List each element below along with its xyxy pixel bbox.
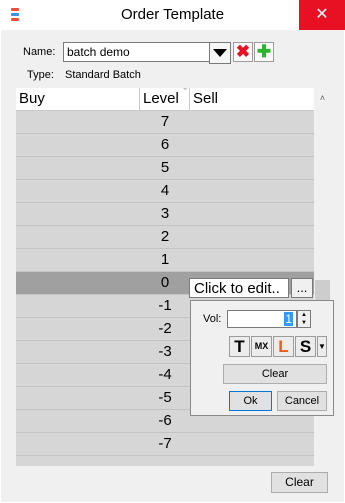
cancel-button[interactable]: Cancel [277, 391, 327, 411]
buy-cell[interactable] [16, 272, 140, 294]
ok-button[interactable]: Ok [229, 391, 272, 411]
level-cell: -4 [158, 366, 172, 383]
vol-spinner[interactable]: ▲ ▼ [297, 310, 311, 328]
order-edit-popup: Vol: 1 ▲ ▼ T MX L S ▼ Clear Ok Cancel [190, 300, 334, 416]
vol-input[interactable]: 1 [227, 310, 297, 328]
column-header-level-label: Level [143, 90, 179, 107]
buy-cell[interactable] [16, 157, 140, 179]
sell-cell[interactable] [190, 111, 314, 133]
level-cell: -3 [158, 343, 172, 360]
table-row[interactable]: 2 [16, 226, 314, 249]
level-cell: -2 [158, 320, 172, 337]
buy-cell[interactable] [16, 387, 140, 409]
spin-down-icon[interactable]: ▼ [298, 319, 310, 327]
sell-cell[interactable] [190, 203, 314, 225]
sell-cell[interactable] [190, 226, 314, 248]
buy-cell[interactable] [16, 410, 140, 432]
level-cell: -5 [158, 389, 172, 406]
buy-cell[interactable] [16, 180, 140, 202]
grid-header: Buy Level ˇ Sell [16, 88, 314, 111]
level-cell: 0 [160, 274, 170, 291]
type-value: Standard Batch [65, 69, 141, 81]
column-header-buy[interactable]: Buy [16, 88, 140, 110]
delete-template-button[interactable]: ✖ [233, 42, 253, 62]
sell-cell[interactable] [190, 433, 314, 455]
buy-cell[interactable] [16, 134, 140, 156]
order-type-dropdown-icon[interactable]: ▼ [317, 336, 327, 357]
vol-value: 1 [284, 312, 293, 326]
order-type-mx-icon[interactable]: MX [251, 336, 272, 357]
column-header-sell[interactable]: Sell [190, 88, 314, 110]
popup-clear-button[interactable]: Clear [223, 364, 327, 384]
table-row[interactable]: 5 [16, 157, 314, 180]
sort-icon: ˇ [183, 88, 187, 99]
buy-cell[interactable] [16, 364, 140, 386]
title-bar: Order Template ✕ [0, 0, 345, 30]
table-row[interactable]: 1 [16, 249, 314, 272]
scroll-up-icon[interactable]: ˄ [314, 90, 331, 107]
buy-cell[interactable] [16, 203, 140, 225]
add-template-button[interactable]: ✚ [254, 42, 274, 62]
type-label: Type: [27, 69, 54, 81]
buy-cell[interactable] [16, 226, 140, 248]
name-label: Name: [23, 46, 56, 58]
level-cell: 1 [160, 251, 170, 268]
sell-cell[interactable] [190, 157, 314, 179]
buy-cell[interactable] [16, 318, 140, 340]
name-dropdown-button[interactable] [209, 42, 231, 64]
sell-cell[interactable] [190, 249, 314, 271]
level-cell: 2 [160, 228, 170, 245]
buy-cell[interactable] [16, 295, 140, 317]
buy-cell[interactable] [16, 433, 140, 455]
buy-cell[interactable] [16, 249, 140, 271]
buy-cell[interactable] [16, 341, 140, 363]
table-row[interactable]: 4 [16, 180, 314, 203]
spin-up-icon[interactable]: ▲ [298, 311, 310, 319]
table-row[interactable]: 7 [16, 111, 314, 134]
order-type-l-icon[interactable]: L [273, 336, 294, 357]
level-cell: 7 [160, 113, 170, 130]
level-cell: 5 [160, 159, 170, 176]
column-header-level[interactable]: Level ˇ [140, 88, 190, 110]
table-row[interactable]: -7 [16, 433, 314, 456]
table-row[interactable]: 6 [16, 134, 314, 157]
sell-edit-box[interactable]: Click to edit.. [189, 278, 289, 298]
name-input[interactable]: batch demo [63, 42, 210, 62]
order-type-t-icon[interactable]: T [229, 336, 250, 357]
level-cell: 6 [160, 136, 170, 153]
level-cell: 3 [160, 205, 170, 222]
sell-edit-ellipsis-button[interactable]: ... [291, 278, 313, 298]
clear-button[interactable]: Clear [271, 472, 328, 493]
sell-cell[interactable] [190, 180, 314, 202]
level-cell: 4 [160, 182, 170, 199]
order-template-panel: Name: batch demo ✖ ✚ Type: Standard Batc… [1, 30, 344, 502]
vol-label: Vol: [203, 313, 222, 325]
table-row[interactable]: 3 [16, 203, 314, 226]
vertical-scrollbar[interactable]: ˄ ˅ [314, 88, 331, 496]
window-title: Order Template [120, 6, 225, 23]
level-cell: -6 [158, 412, 172, 429]
sell-cell[interactable] [190, 134, 314, 156]
order-type-s-icon[interactable]: S [295, 336, 316, 357]
buy-cell[interactable] [16, 111, 140, 133]
close-button[interactable]: ✕ [299, 0, 345, 30]
level-cell: -1 [158, 297, 172, 314]
level-cell: -7 [158, 435, 172, 452]
